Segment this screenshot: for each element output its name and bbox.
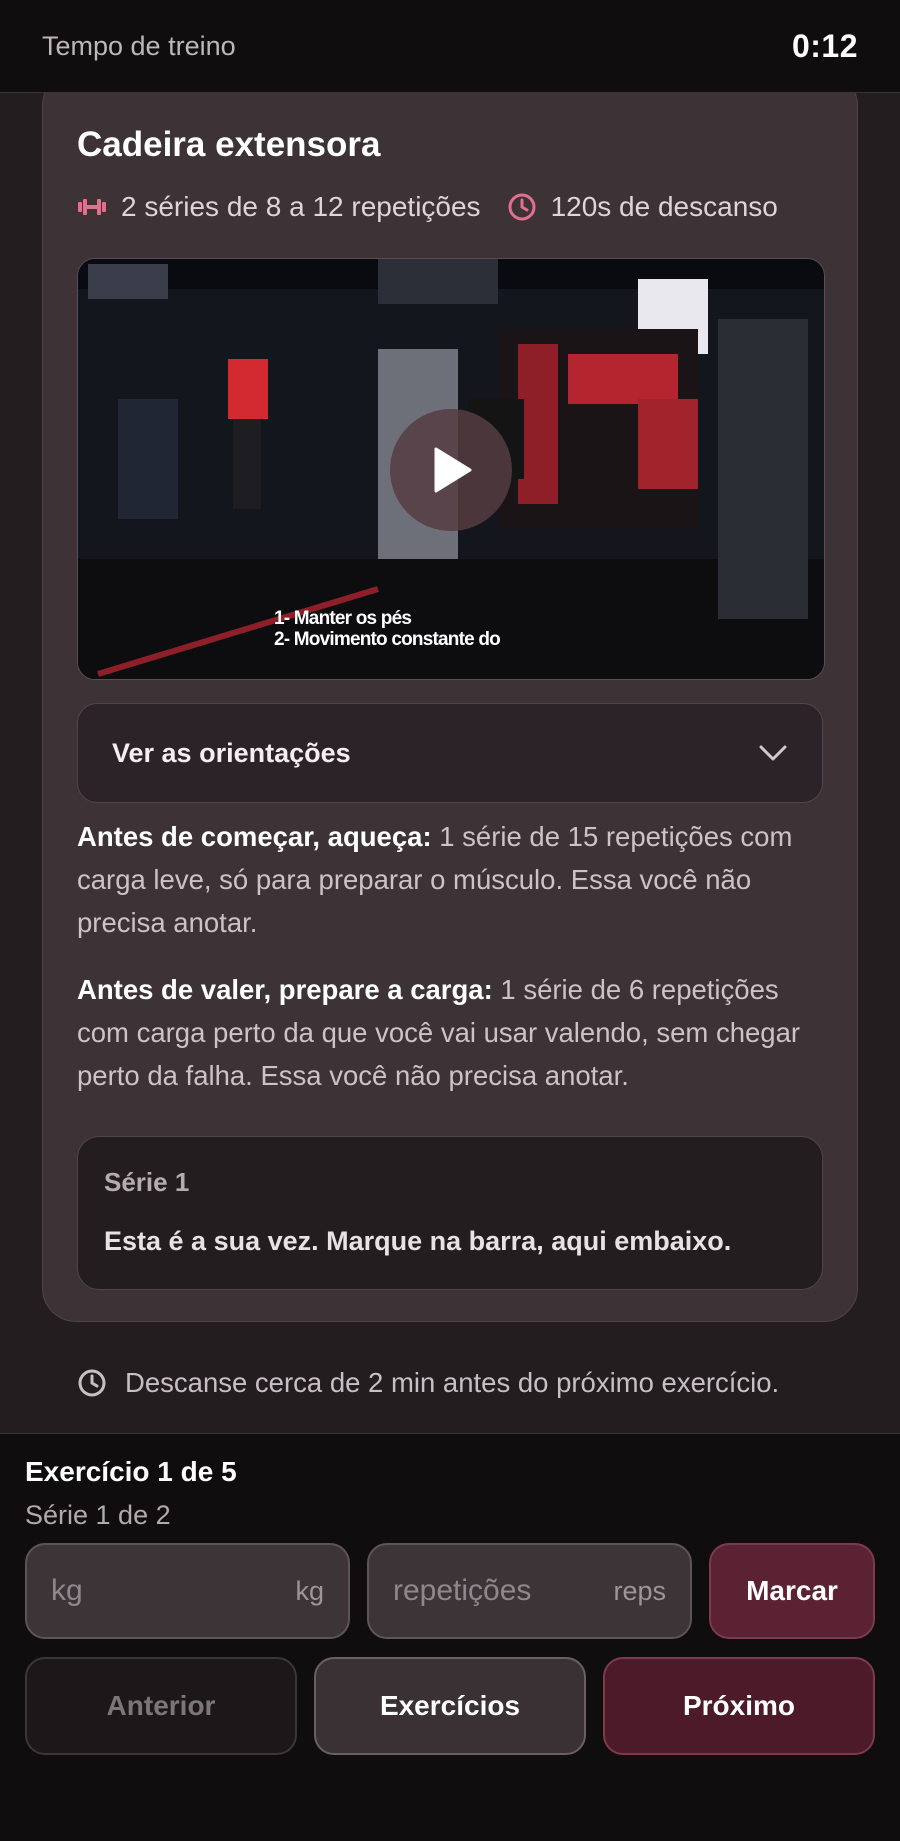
workout-timer: 0:12 [791, 27, 858, 64]
clock-icon [77, 1368, 107, 1398]
exercise-card: Cadeira extensora 2 séries de 8 a 12 rep… [42, 72, 858, 1322]
play-icon [434, 447, 472, 493]
exercise-meta: 2 séries de 8 a 12 repetições 120s de de… [77, 191, 778, 223]
reps-unit: reps [613, 1575, 666, 1606]
bottom-panel: Exercício 1 de 5 Série 1 de 2 kg kg repe… [0, 1433, 900, 1841]
mark-button[interactable]: Marcar [709, 1543, 875, 1639]
reps-input[interactable]: repetições reps [367, 1543, 692, 1639]
weight-input[interactable]: kg kg [25, 1543, 350, 1639]
dumbbell-icon [77, 192, 107, 222]
sets-info: 2 séries de 8 a 12 repetições [121, 191, 481, 222]
play-button[interactable] [390, 409, 512, 531]
clock-icon [507, 192, 537, 222]
chevron-down-icon [759, 745, 787, 761]
weight-unit: kg [295, 1575, 324, 1606]
prep-instructions: Antes de valer, prepare a carga: 1 série… [77, 968, 827, 1097]
warmup-instructions: Antes de começar, aqueça: 1 série de 15 … [77, 815, 827, 944]
exercise-video[interactable]: 1- Manter os pés 2- Movimento constante … [77, 258, 825, 680]
set-counter: Série 1 de 2 [25, 1500, 171, 1530]
rest-note-text: Descanse cerca de 2 min antes do próximo… [125, 1367, 780, 1398]
previous-button[interactable]: Anterior [25, 1657, 297, 1755]
workout-time-label: Tempo de treino [42, 30, 236, 61]
serie-label: Série 1 [104, 1167, 190, 1197]
exercise-title: Cadeira extensora [77, 125, 381, 164]
reps-placeholder: repetições [393, 1574, 532, 1607]
weight-placeholder: kg [51, 1574, 83, 1607]
guidance-accordion[interactable]: Ver as orientações [77, 703, 823, 803]
next-button[interactable]: Próximo [603, 1657, 875, 1755]
serie-instruction: Esta é a sua vez. Marque na barra, aqui … [104, 1226, 732, 1256]
video-caption: 1- Manter os pés 2- Movimento constante … [274, 608, 501, 650]
warmup-heading: Antes de começar, aqueça: [77, 821, 432, 852]
top-bar: Tempo de treino 0:12 [0, 0, 900, 93]
rest-note: Descanse cerca de 2 min antes do próximo… [77, 1367, 779, 1399]
guidance-label: Ver as orientações [112, 737, 351, 768]
exercise-counter: Exercício 1 de 5 [25, 1456, 237, 1487]
exercises-button[interactable]: Exercícios [314, 1657, 586, 1755]
prep-heading: Antes de valer, prepare a carga: [77, 974, 493, 1005]
serie-box: Série 1 Esta é a sua vez. Marque na barr… [77, 1136, 823, 1290]
rest-info: 120s de descanso [550, 191, 778, 222]
